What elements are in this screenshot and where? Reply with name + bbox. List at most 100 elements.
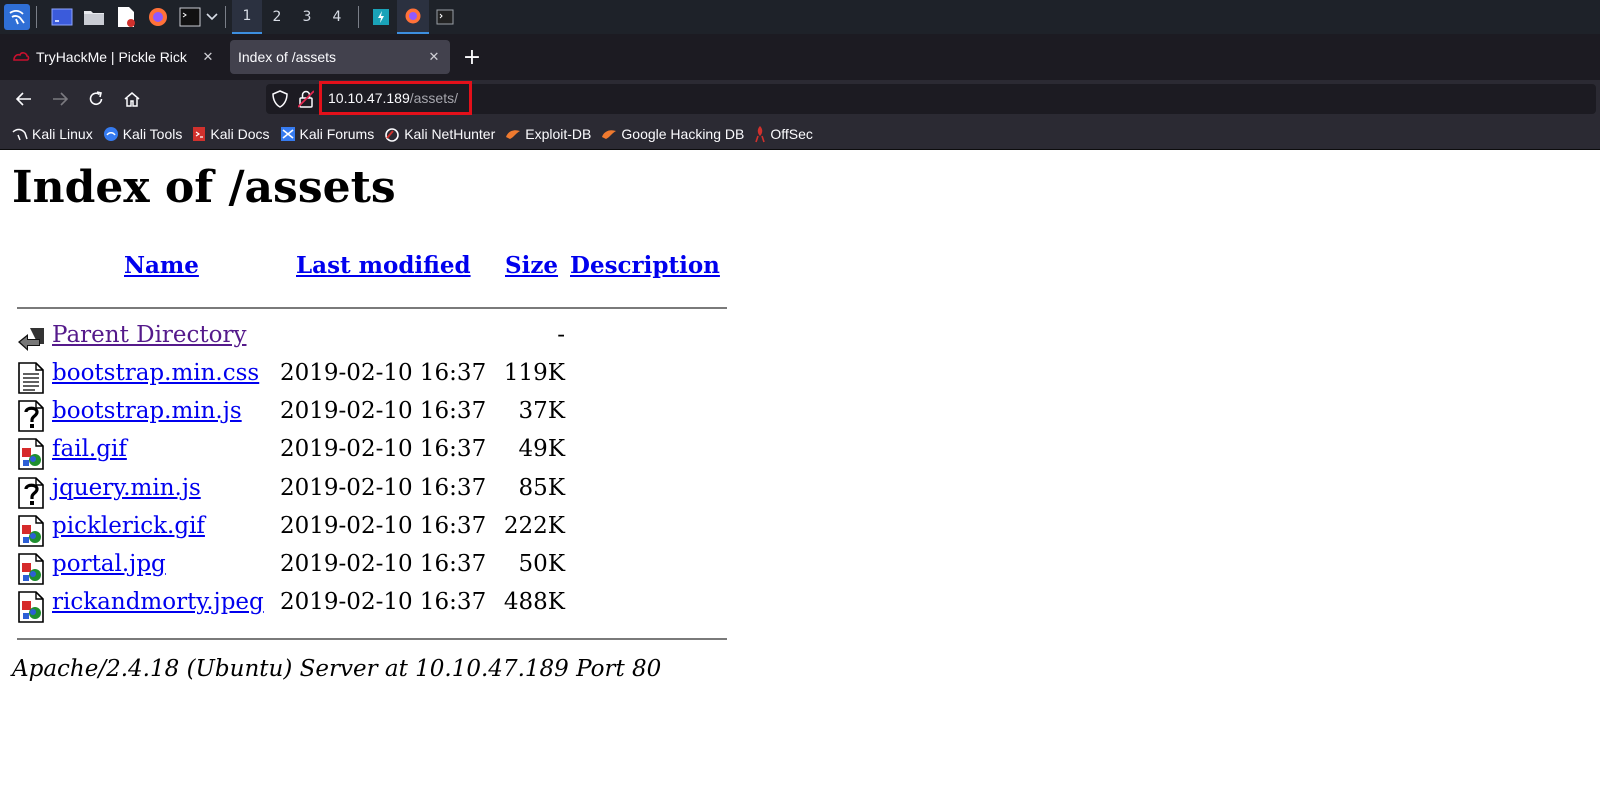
bookmark-kali-forums[interactable]: Kali Forums [280,125,375,142]
workspace-3[interactable]: 3 [292,0,322,34]
file-size: 50K [518,551,565,577]
column-header-name[interactable]: Name [124,252,199,279]
column-header-description[interactable]: Description [570,252,720,279]
column-header-size[interactable]: Size [505,252,558,279]
file-size: 85K [518,474,565,501]
terminal-launcher-icon[interactable] [177,4,203,30]
text-file-icon [18,362,44,394]
address-bar[interactable]: 10.10.47.189/assets/ [266,81,1596,115]
image-file-icon [18,514,44,547]
tab-index-assets[interactable]: Index of /assets ✕ [230,40,450,74]
file-size: - [557,322,565,348]
url-host: 10.10.47.189 [328,90,410,106]
file-link[interactable]: jquery.min.js [52,475,201,501]
file-last-modified: 2019-02-10 16:37 [280,436,487,463]
firefox-launcher-icon[interactable] [145,4,171,30]
bookmark-kali-nethunter[interactable]: Kali NetHunter [384,126,495,142]
show-desktop-icon[interactable] [49,4,75,30]
back-button[interactable] [8,83,40,115]
page-content: Index of /assets Name Last modified Size… [0,150,1600,800]
bookmark-label: Kali Tools [122,125,183,142]
table-divider [17,638,727,640]
taskbar-separator [225,6,226,28]
taskbar-firefox-window-icon[interactable] [397,0,429,34]
kali-tools-icon [103,126,118,141]
file-last-modified: 2019-02-10 16:37 [280,474,487,501]
bookmark-kali-tools[interactable]: Kali Tools [103,125,183,142]
bookmark-label: Kali Linux [32,125,93,142]
forward-button[interactable] [44,83,76,115]
bookmark-exploit-db[interactable]: Exploit-DB [505,126,591,142]
file-size: 119K [503,360,565,386]
file-size: 488K [503,589,565,616]
taskbar-terminal-window-icon[interactable] [429,0,461,34]
file-link[interactable]: bootstrap.min.css [52,360,259,386]
bookmark-offsec[interactable]: OffSec [754,125,813,143]
table-row: jquery.min.js 2019-02-10 16:37 85K [0,475,760,509]
insecure-lock-icon[interactable] [298,90,314,108]
image-file-icon [18,438,44,471]
file-last-modified: 2019-02-10 16:37 [280,512,487,539]
file-link[interactable]: portal.jpg [52,551,166,577]
tab-tryhackme[interactable]: TryHackMe | Pickle Rick ✕ [4,40,224,74]
file-link[interactable]: bootstrap.min.js [52,398,242,424]
bookmark-kali-linux[interactable]: Kali Linux [12,126,93,142]
back-folder-icon [18,328,44,351]
text-editor-icon[interactable] [113,4,139,30]
file-link[interactable]: rickandmorty.jpeg [52,589,264,615]
bookmark-label: OffSec [770,125,813,142]
file-size: 37K [518,398,565,425]
server-signature: Apache/2.4.18 (Ubuntu) Server at 10.10.4… [12,656,662,682]
unknown-file-icon [18,400,44,432]
home-icon [124,92,140,107]
close-icon[interactable]: ✕ [200,49,216,65]
exploit-db-icon [506,129,521,139]
url-path: /assets/ [409,90,458,106]
arrow-left-icon [16,92,31,106]
bookmark-kali-docs[interactable]: Kali Docs [192,125,270,142]
taskbar-app-icon[interactable] [365,0,397,34]
workspace-2[interactable]: 2 [262,0,292,34]
workspace-1[interactable]: 1 [232,0,262,34]
bookmark-label: Exploit-DB [525,125,592,142]
workspace-4[interactable]: 4 [322,0,352,34]
reload-button[interactable] [80,83,112,115]
table-row-parent: Parent Directory - [0,322,760,356]
table-row: fail.gif 2019-02-10 16:37 49K [0,436,760,471]
table-row: rickandmorty.jpeg 2019-02-10 16:37 488K [0,589,760,623]
google-hacking-db-icon [602,129,617,139]
table-divider [17,307,727,309]
tryhackme-favicon-icon [12,50,30,64]
tab-title: TryHackMe | Pickle Rick [36,49,187,65]
image-file-icon [18,553,44,585]
reload-icon [89,91,103,105]
file-manager-icon[interactable] [81,4,107,30]
file-last-modified: 2019-02-10 16:37 [280,360,487,386]
tab-title: Index of /assets [238,49,337,65]
parent-directory-link[interactable]: Parent Directory [52,322,247,348]
file-last-modified: 2019-02-10 16:37 [280,589,487,616]
file-link[interactable]: fail.gif [52,436,127,462]
tracking-protection-shield-icon[interactable] [272,90,288,108]
kali-menu-icon[interactable] [4,4,30,30]
kali-forums-icon [280,126,295,141]
column-header-last-modified[interactable]: Last modified [296,252,471,279]
table-row: picklerick.gif 2019-02-10 16:37 222K [0,513,760,547]
file-link[interactable]: picklerick.gif [52,513,205,539]
kali-docs-icon [193,126,206,141]
file-size: 222K [503,512,565,539]
arrow-right-icon [53,92,68,106]
bookmark-label: Google Hacking DB [621,125,745,142]
bookmark-label: Kali Docs [210,125,270,142]
chevron-down-icon[interactable] [205,4,219,30]
navigation-toolbar: 10.10.47.189/assets/ [0,80,1600,118]
url-text[interactable]: 10.10.47.189/assets/ [328,90,458,106]
bookmark-label: Kali Forums [299,125,375,142]
new-tab-button[interactable]: + [458,43,486,71]
offsec-icon [755,125,766,142]
close-icon[interactable]: ✕ [426,49,442,65]
bookmark-google-hacking-db[interactable]: Google Hacking DB [601,126,744,142]
home-button[interactable] [116,83,148,115]
bookmarks-toolbar: Kali Linux Kali Tools Kali Docs Kali For… [0,118,1600,150]
page-title: Index of /assets [12,162,396,213]
